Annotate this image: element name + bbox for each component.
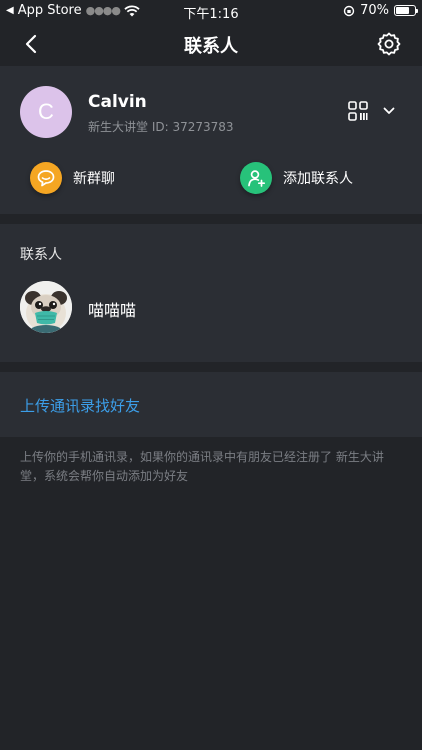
page-title: 联系人: [184, 36, 238, 57]
chevron-down-icon[interactable]: [382, 104, 396, 118]
status-bar: ◀ App Store ●●●● 下午1:16 70%: [0, 0, 422, 22]
battery-percent: 70%: [360, 3, 389, 18]
status-right: 70%: [343, 3, 418, 18]
upload-hint-text: 上传你的手机通讯录，如果你的通讯录中有朋友已经注册了 新生大讲堂，系统会帮你自动…: [20, 450, 384, 483]
new-group-chat-label: 新群聊: [73, 171, 115, 187]
battery-fill: [396, 7, 409, 14]
battery-icon: [394, 5, 418, 16]
list-item[interactable]: 喵喵喵: [0, 280, 422, 340]
gear-icon[interactable]: [376, 31, 402, 57]
contact-name: 喵喵喵: [88, 301, 137, 320]
profile-name: Calvin: [88, 92, 147, 112]
upload-contacts-section: 上传通讯录找好友: [0, 372, 422, 437]
nav-bar: 联系人: [0, 22, 422, 66]
contact-avatar[interactable]: [20, 281, 72, 333]
add-contact-label: 添加联系人: [283, 171, 353, 187]
add-user-icon: [240, 162, 272, 194]
avatar[interactable]: C: [20, 86, 72, 138]
qr-code-icon[interactable]: [348, 101, 368, 121]
contacts-section: 联系人 喵喵喵: [0, 224, 422, 362]
orientation-lock-icon: [343, 5, 355, 16]
chat-bubble-icon: [30, 162, 62, 194]
add-contact-button[interactable]: 添加联系人: [240, 161, 353, 195]
profile-id: 新生大讲堂 ID: 37273783: [88, 120, 234, 134]
contacts-header: 联系人: [20, 247, 62, 263]
new-group-chat-button[interactable]: 新群聊: [30, 161, 115, 195]
pug-avatar-image: [20, 281, 72, 333]
upload-contacts-link[interactable]: 上传通讯录找好友: [20, 395, 140, 416]
profile-card: C Calvin 新生大讲堂 ID: 37273783 新群聊 添加联系人: [0, 66, 422, 214]
